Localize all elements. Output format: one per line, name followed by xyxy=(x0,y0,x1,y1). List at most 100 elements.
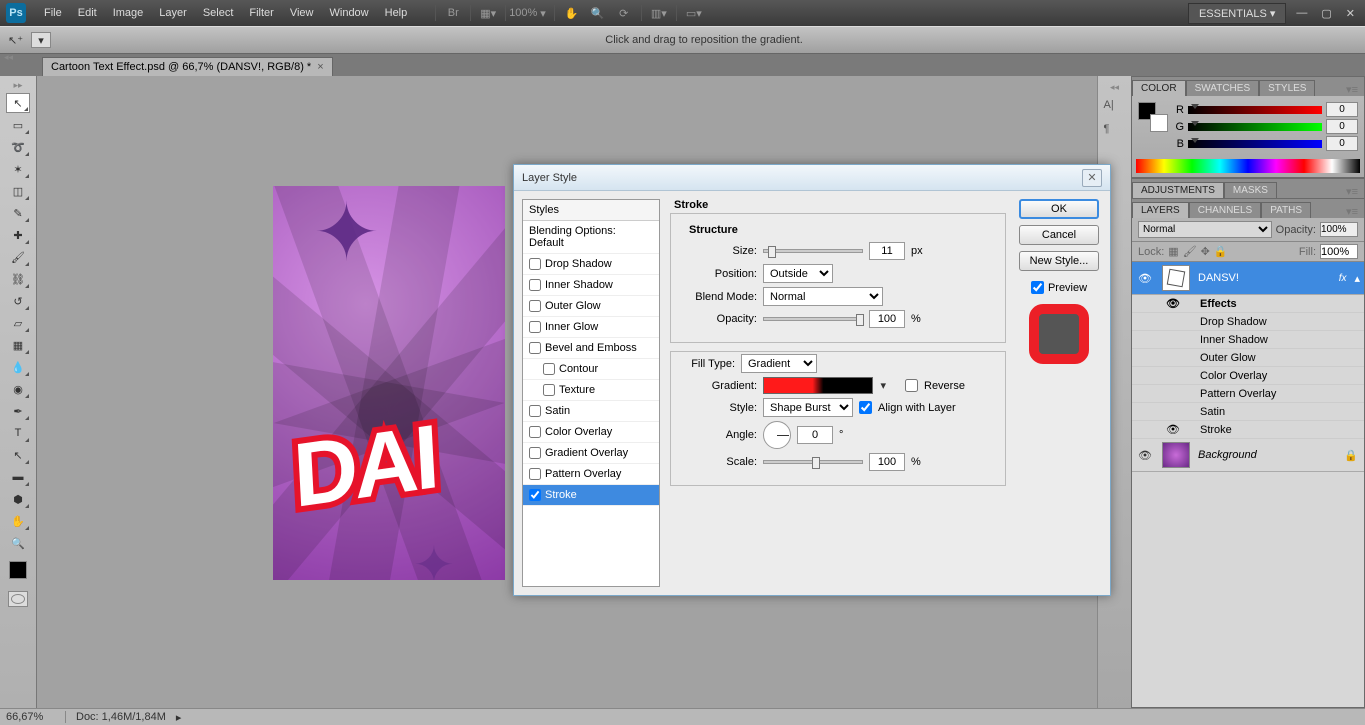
blend-mode-select[interactable]: Normal xyxy=(1138,221,1272,238)
arrange-icon[interactable]: ▥▾ xyxy=(650,5,668,21)
lock-transparency-icon[interactable]: ▦ xyxy=(1168,245,1178,258)
close-tab-icon[interactable]: × xyxy=(317,61,323,73)
effect-inner-shadow[interactable]: Inner Shadow xyxy=(1132,331,1364,349)
document-tab[interactable]: Cartoon Text Effect.psd @ 66,7% (DANSV!,… xyxy=(42,57,333,76)
blending-options[interactable]: Blending Options: Default xyxy=(523,221,659,254)
opt-gradient-overlay[interactable]: Gradient Overlay xyxy=(523,443,659,464)
menu-help[interactable]: Help xyxy=(377,7,416,19)
visibility-icon[interactable]: 👁 xyxy=(1162,423,1184,436)
fill-input[interactable] xyxy=(1320,244,1358,259)
size-input[interactable] xyxy=(869,242,905,260)
zoom-tool[interactable]: 🔍 xyxy=(6,533,30,553)
blendmode-select[interactable]: Normal xyxy=(763,287,883,306)
ok-button[interactable]: OK xyxy=(1019,199,1099,219)
size-slider[interactable] xyxy=(763,249,863,253)
brush-tool[interactable]: 🖌 xyxy=(6,247,30,267)
align-checkbox[interactable] xyxy=(859,401,872,414)
menu-filter[interactable]: Filter xyxy=(241,7,281,19)
filltype-select[interactable]: Gradient xyxy=(741,354,817,373)
lock-paint-icon[interactable]: 🖌 xyxy=(1183,245,1197,258)
paragraph-panel-icon[interactable]: ¶ xyxy=(1104,123,1126,141)
tab-adjustments[interactable]: ADJUSTMENTS xyxy=(1132,182,1224,198)
position-select[interactable]: Outside xyxy=(763,264,833,283)
opt-pattern-overlay[interactable]: Pattern Overlay xyxy=(523,464,659,485)
angle-dial[interactable] xyxy=(763,421,791,449)
history-brush-tool[interactable]: ↺ xyxy=(6,291,30,311)
3d-tool[interactable]: ⬢ xyxy=(6,489,30,509)
move-tool[interactable]: ↖ xyxy=(6,93,30,113)
opt-texture[interactable]: Texture xyxy=(523,380,659,401)
pen-tool[interactable]: ✒ xyxy=(6,401,30,421)
shape-tool[interactable]: ▬ xyxy=(6,467,30,487)
lasso-tool[interactable]: ➰ xyxy=(6,137,30,157)
opt-inner-shadow[interactable]: Inner Shadow xyxy=(523,275,659,296)
crop-tool[interactable]: ◫ xyxy=(6,181,30,201)
menu-layer[interactable]: Layer xyxy=(151,7,195,19)
minimize-button[interactable]: — xyxy=(1292,7,1311,19)
effect-drop-shadow[interactable]: Drop Shadow xyxy=(1132,313,1364,331)
style-select[interactable]: Shape Burst xyxy=(763,398,853,417)
toolbox-collapse-icon[interactable]: ▸▸ xyxy=(13,80,22,91)
hand-icon[interactable]: ✋ xyxy=(563,5,581,21)
preview-checkbox[interactable] xyxy=(1031,281,1044,294)
tool-preset[interactable]: ▾ xyxy=(31,32,51,48)
tab-chevron-icon[interactable]: ◂◂ xyxy=(4,52,13,63)
effect-outer-glow[interactable]: Outer Glow xyxy=(1132,349,1364,367)
layer-dansv[interactable]: 👁 DANSV! fx ▴ xyxy=(1132,262,1364,295)
opt-bevel[interactable]: Bevel and Emboss xyxy=(523,338,659,359)
opt-color-overlay[interactable]: Color Overlay xyxy=(523,422,659,443)
opacity-slider[interactable] xyxy=(763,317,863,321)
opt-inner-glow[interactable]: Inner Glow xyxy=(523,317,659,338)
screen-icon[interactable]: ▭▾ xyxy=(685,5,703,21)
bridge-icon[interactable]: Br xyxy=(444,5,462,21)
canvas[interactable]: ✦ ✦ DAI xyxy=(273,186,505,580)
quick-mask-button[interactable] xyxy=(8,591,28,607)
visibility-icon[interactable]: 👁 xyxy=(1162,297,1184,310)
scale-input[interactable] xyxy=(869,453,905,471)
opt-outer-glow[interactable]: Outer Glow xyxy=(523,296,659,317)
b-slider[interactable] xyxy=(1188,140,1322,148)
zoom-icon[interactable]: 🔍 xyxy=(589,5,607,21)
menu-view[interactable]: View xyxy=(282,7,322,19)
blur-tool[interactable]: 💧 xyxy=(6,357,30,377)
dialog-titlebar[interactable]: Layer Style ✕ xyxy=(514,165,1110,191)
rotate-icon[interactable]: ⟳ xyxy=(615,5,633,21)
color-swatches[interactable] xyxy=(1138,102,1168,132)
styles-header[interactable]: Styles xyxy=(523,200,659,221)
tab-masks[interactable]: MASKS xyxy=(1224,182,1277,198)
r-slider[interactable] xyxy=(1188,106,1322,114)
visibility-icon[interactable]: 👁 xyxy=(1132,272,1158,285)
type-tool[interactable]: T xyxy=(6,423,30,443)
reverse-checkbox[interactable] xyxy=(905,379,918,392)
hand-tool[interactable]: ✋ xyxy=(6,511,30,531)
collapse-effects-icon[interactable]: ▴ xyxy=(1350,272,1364,285)
visibility-icon[interactable]: 👁 xyxy=(1132,449,1158,462)
new-style-button[interactable]: New Style... xyxy=(1019,251,1099,271)
tab-color[interactable]: COLOR xyxy=(1132,80,1186,96)
cancel-button[interactable]: Cancel xyxy=(1019,225,1099,245)
g-input[interactable] xyxy=(1326,119,1358,134)
tab-layers[interactable]: LAYERS xyxy=(1132,202,1189,218)
gradient-tool[interactable]: ▦ xyxy=(6,335,30,355)
dialog-close-icon[interactable]: ✕ xyxy=(1082,169,1102,187)
tab-swatches[interactable]: SWATCHES xyxy=(1186,80,1260,96)
path-tool[interactable]: ↖ xyxy=(6,445,30,465)
wand-tool[interactable]: ✶ xyxy=(6,159,30,179)
dodge-tool[interactable]: ◉ xyxy=(6,379,30,399)
tab-styles[interactable]: STYLES xyxy=(1259,80,1315,96)
scale-slider[interactable] xyxy=(763,460,863,464)
effect-stroke[interactable]: 👁Stroke xyxy=(1132,421,1364,439)
lock-all-icon[interactable]: 🔒 xyxy=(1214,245,1228,258)
eraser-tool[interactable]: ▱ xyxy=(6,313,30,333)
layer-background[interactable]: 👁 Background 🔒 xyxy=(1132,439,1364,472)
mini-expand-icon[interactable]: ◂◂ xyxy=(1110,82,1119,93)
heal-tool[interactable]: ✚ xyxy=(6,225,30,245)
status-zoom[interactable]: 66,67% xyxy=(6,711,66,723)
opacity-input[interactable] xyxy=(1320,222,1358,237)
frames-icon[interactable]: ▦▾ xyxy=(479,5,497,21)
effect-pattern-overlay[interactable]: Pattern Overlay xyxy=(1132,385,1364,403)
opt-drop-shadow[interactable]: Drop Shadow xyxy=(523,254,659,275)
stamp-tool[interactable]: ⛓ xyxy=(6,269,30,289)
effect-color-overlay[interactable]: Color Overlay xyxy=(1132,367,1364,385)
menu-image[interactable]: Image xyxy=(105,7,152,19)
